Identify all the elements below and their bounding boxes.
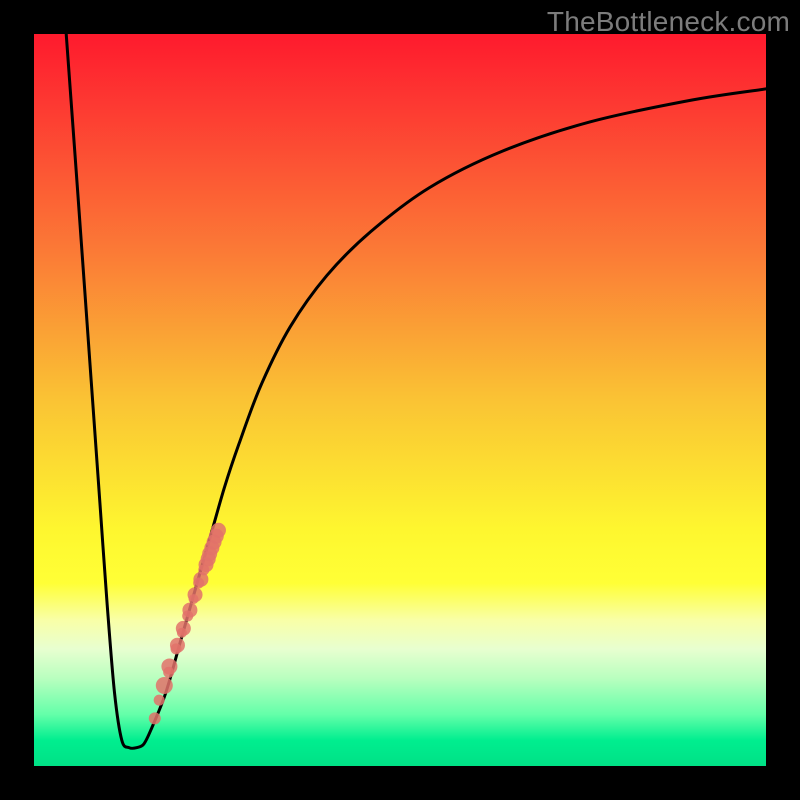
chart-frame: TheBottleneck.com [0,0,800,800]
data-point [176,621,191,636]
data-point [154,695,165,706]
data-point [149,712,161,724]
bottleneck-chart [34,34,766,766]
data-point [182,603,197,618]
data-point [170,638,185,653]
gradient-background [34,34,766,766]
data-point [161,658,177,674]
data-point [188,587,203,602]
data-point [211,523,226,538]
plot-area [34,34,766,766]
data-point [156,677,173,694]
